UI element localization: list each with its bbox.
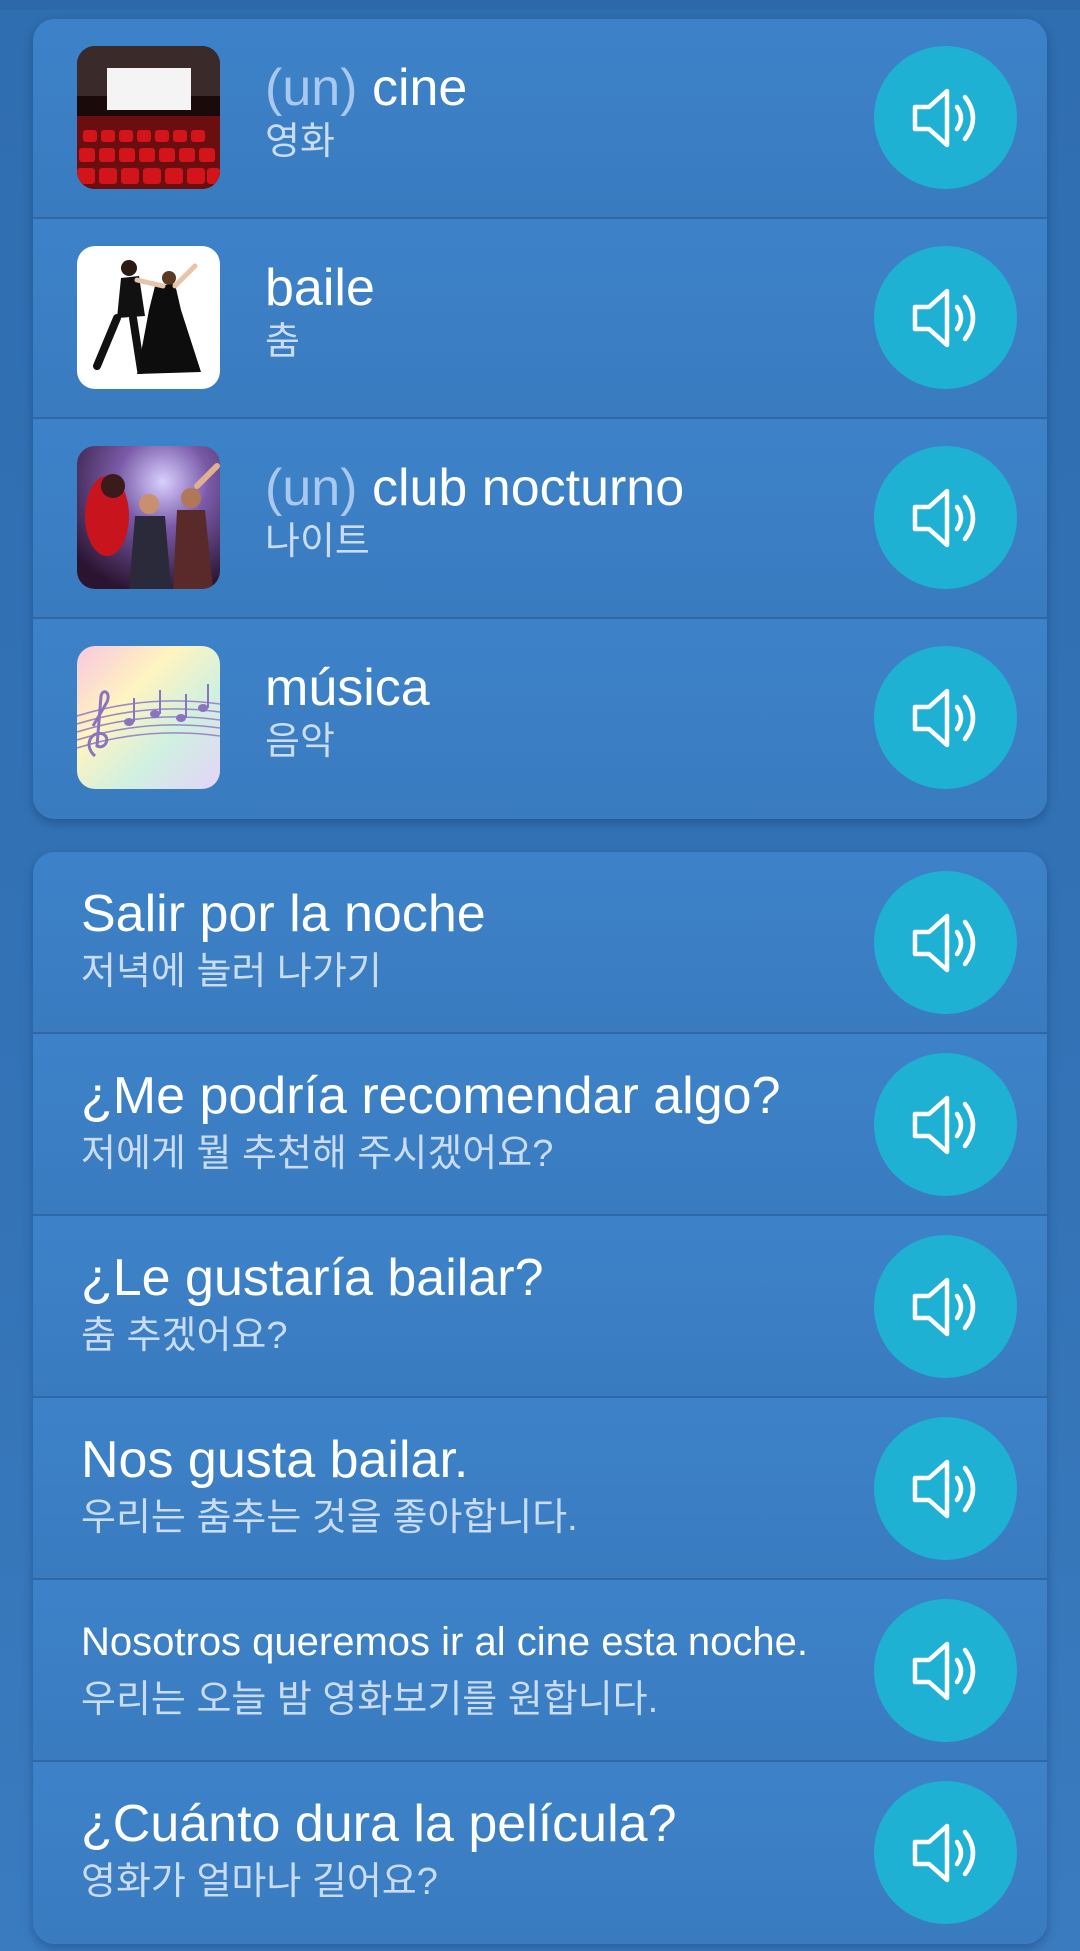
speaker-icon: [912, 688, 975, 747]
vocab-translation: 음악: [265, 721, 335, 763]
phrase-translation: 우리는 오늘 밤 영화보기를 원합니다.: [81, 1679, 659, 1721]
phrase-text: ¿Me podría recomendar algo?: [81, 1067, 781, 1125]
speaker-icon: [912, 1277, 975, 1336]
vocab-translation: 나이트: [265, 521, 370, 563]
play-audio-button[interactable]: [874, 871, 1017, 1014]
vocab-translation: 춤: [265, 321, 300, 363]
vocab-word-text: música: [265, 659, 430, 717]
cinema-image-icon: [77, 46, 220, 189]
dance-image-icon: [77, 246, 220, 389]
phrase-item[interactable]: Nosotros queremos ir al cine esta noche.…: [33, 1580, 1047, 1762]
play-audio-button[interactable]: [874, 646, 1017, 789]
play-audio-button[interactable]: [874, 1235, 1017, 1378]
speaker-icon: [912, 288, 975, 347]
vocab-article: (un): [265, 59, 358, 117]
vocab-item-baile[interactable]: baile 춤: [33, 219, 1047, 419]
phrase-translation: 춤 추겠어요?: [81, 1315, 288, 1357]
vocab-word: (un) club nocturno: [265, 457, 867, 519]
phrase-text: ¿Cuánto dura la película?: [81, 1795, 677, 1853]
phrase-item[interactable]: ¿Me podría recomendar algo? 저에게 뭘 추천해 주시…: [33, 1034, 1047, 1216]
phrase-item[interactable]: ¿Le gustaría bailar? 춤 추겠어요?: [33, 1216, 1047, 1398]
vocab-word-text: club nocturno: [371, 459, 685, 517]
play-audio-button[interactable]: [874, 446, 1017, 589]
phrase-text: Nosotros queremos ir al cine esta noche.: [81, 1620, 809, 1664]
play-audio-button[interactable]: [874, 46, 1017, 189]
play-audio-button[interactable]: [874, 246, 1017, 389]
speaker-icon: [912, 1459, 975, 1518]
vocab-word: baile: [265, 257, 867, 319]
phrase-translation: 우리는 춤추는 것을 좋아합니다.: [81, 1497, 578, 1539]
play-audio-button[interactable]: [874, 1599, 1017, 1742]
speaker-icon: [912, 1823, 975, 1882]
speaker-icon: [912, 1641, 975, 1700]
vocab-item-cine[interactable]: (un) cine 영화: [33, 19, 1047, 219]
speaker-icon: [912, 913, 975, 972]
phrase-text: ¿Le gustaría bailar?: [81, 1249, 544, 1307]
vocab-item-club-nocturno[interactable]: (un) club nocturno 나이트: [33, 419, 1047, 619]
phrase-translation: 영화가 얼마나 길어요?: [81, 1861, 438, 1903]
speaker-icon: [912, 488, 975, 547]
vocab-article: (un): [265, 459, 358, 517]
vocab-word-text: baile: [265, 259, 375, 317]
vocabulary-card: (un) cine 영화 baile 춤 (un) club nocturno …: [33, 19, 1047, 819]
phrase-item[interactable]: ¿Cuánto dura la película? 영화가 얼마나 길어요?: [33, 1762, 1047, 1944]
phrases-card: Salir por la noche 저녁에 놀러 나가기 ¿Me podría…: [33, 852, 1047, 1944]
phrase-item[interactable]: Salir por la noche 저녁에 놀러 나가기: [33, 852, 1047, 1034]
nightclub-image-icon: [77, 446, 220, 589]
status-bar-edge: [0, 0, 1080, 10]
phrase-translation: 저녁에 놀러 나가기: [81, 951, 382, 993]
speaker-icon: [912, 1095, 975, 1154]
phrase-text: Salir por la noche: [81, 885, 486, 943]
vocab-item-musica[interactable]: música 음악: [33, 619, 1047, 819]
vocab-word-text: cine: [371, 59, 468, 117]
vocab-word: música: [265, 657, 867, 719]
play-audio-button[interactable]: [874, 1781, 1017, 1924]
phrase-text: Nos gusta bailar.: [81, 1431, 469, 1489]
vocab-translation: 영화: [265, 121, 335, 163]
phrase-item[interactable]: Nos gusta bailar. 우리는 춤추는 것을 좋아합니다.: [33, 1398, 1047, 1580]
vocab-word: (un) cine: [265, 57, 867, 119]
phrase-translation: 저에게 뭘 추천해 주시겠어요?: [81, 1133, 554, 1175]
music-image-icon: [77, 646, 220, 789]
play-audio-button[interactable]: [874, 1417, 1017, 1560]
play-audio-button[interactable]: [874, 1053, 1017, 1196]
speaker-icon: [912, 88, 975, 147]
